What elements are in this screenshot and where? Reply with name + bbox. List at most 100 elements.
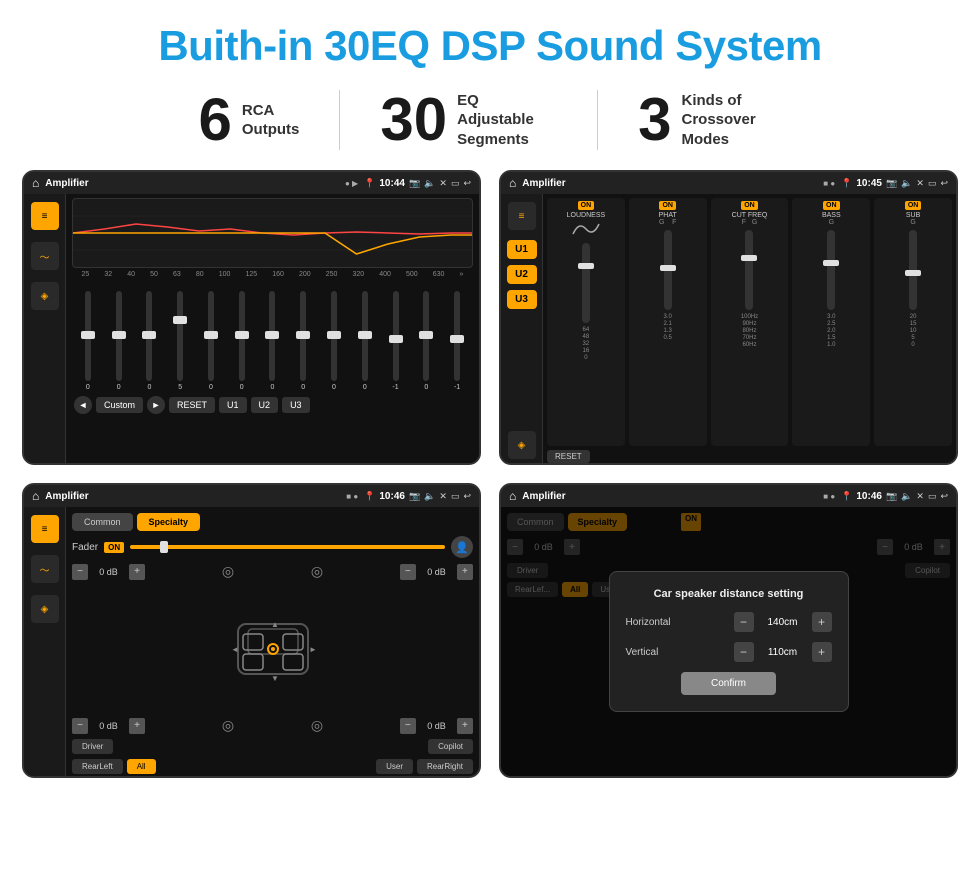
eq-slider-3[interactable]: 5: [166, 291, 194, 391]
eq-slider-1[interactable]: 0: [105, 291, 133, 391]
svg-text:▼: ▼: [271, 674, 279, 683]
fader-rect-icon: ▭: [451, 491, 460, 502]
fader-bass[interactable]: [827, 230, 835, 310]
vol-fl-minus[interactable]: −: [72, 564, 88, 580]
fader-back-icon[interactable]: ↩: [463, 491, 471, 502]
dialog-vol-icon: 🔈: [901, 491, 912, 502]
vertical-value: 110cm: [758, 647, 808, 658]
dialog-horizontal-row: Horizontal − 140cm +: [626, 612, 832, 632]
eq-slider-4[interactable]: 0: [197, 291, 225, 391]
eq-home-icon[interactable]: ⌂: [32, 176, 39, 190]
eq-play-btn[interactable]: ►: [147, 396, 165, 414]
btn-rearleft[interactable]: RearLeft: [72, 759, 123, 774]
fader-person-icon: 👤: [451, 536, 473, 558]
eq-sidebar-icon-3[interactable]: ◈: [31, 282, 59, 310]
stat-number-30: 30: [380, 90, 447, 150]
fader-h-slider[interactable]: [130, 545, 445, 549]
eq-slider-9[interactable]: 0: [351, 291, 379, 391]
stat-text-eq: EQ AdjustableSegments: [457, 91, 557, 150]
horizontal-minus-btn[interactable]: −: [734, 612, 754, 632]
speaker-rr-icon: ◎: [311, 717, 323, 734]
eq-slider-2[interactable]: 0: [136, 291, 164, 391]
eq-u3-btn[interactable]: U3: [282, 397, 310, 413]
eq-prev-btn[interactable]: ◄: [74, 396, 92, 414]
eq-u2-btn[interactable]: U2: [251, 397, 279, 413]
eq-slider-10[interactable]: -1: [382, 291, 410, 391]
eq-slider-5[interactable]: 0: [228, 291, 256, 391]
vertical-minus-btn[interactable]: −: [734, 642, 754, 662]
fader-wave-icon[interactable]: 〜: [31, 555, 59, 583]
eq-slider-6[interactable]: 0: [259, 291, 287, 391]
eq-sidebar: ≡ 〜 ◈: [24, 194, 66, 465]
btn-all[interactable]: All: [127, 759, 156, 774]
u3-btn[interactable]: U3: [507, 290, 537, 309]
vol-rr-plus[interactable]: +: [457, 718, 473, 734]
eq-screen-card: ⌂ Amplifier ● ▶ 📍 10:44 📷 🔈 ✕ ▭ ↩ ≡ 〜 ◈: [22, 170, 481, 465]
fader-location-icon: 📍: [364, 491, 375, 502]
fader-phat[interactable]: [664, 230, 672, 310]
eq-main: 2532405063 80100125160200 25032040050063…: [66, 194, 479, 465]
dialog-home-icon[interactable]: ⌂: [509, 489, 516, 503]
vol-rl-plus[interactable]: +: [129, 718, 145, 734]
btn-user[interactable]: User: [376, 759, 413, 774]
crossover-home-icon[interactable]: ⌂: [509, 176, 516, 190]
crossover-eq-icon[interactable]: ≡: [508, 202, 536, 230]
fader-cutfreq[interactable]: [745, 230, 753, 310]
vol-front-right: − 0 dB +: [400, 564, 473, 580]
stat-number-3: 3: [638, 90, 671, 150]
eq-sidebar-icon-1[interactable]: ≡: [31, 202, 59, 230]
eq-time: 10:44: [379, 178, 405, 189]
eq-u1-btn[interactable]: U1: [219, 397, 247, 413]
eq-slider-0[interactable]: 0: [74, 291, 102, 391]
eq-slider-11[interactable]: 0: [412, 291, 440, 391]
fader-bottom-btns: Driver Copilot: [72, 739, 473, 754]
confirm-button[interactable]: Confirm: [681, 672, 776, 695]
crossover-reset-btn[interactable]: RESET: [547, 450, 590, 463]
stat-number-6: 6: [199, 90, 232, 150]
eq-controls: ◄ Custom ► RESET U1 U2 U3: [72, 394, 473, 416]
speaker-layout: − 0 dB + ◎ ◎ − 0 dB +: [72, 563, 473, 734]
dialog-horizontal-stepper: − 140cm +: [734, 612, 832, 632]
stat-rca: 6 RCAOutputs: [159, 90, 340, 150]
vol-rl-minus[interactable]: −: [72, 718, 88, 734]
crossover-spk-icon[interactable]: ◈: [508, 431, 536, 459]
fader-eq-icon[interactable]: ≡: [31, 515, 59, 543]
tab-specialty[interactable]: Specialty: [137, 513, 201, 531]
eq-chart: [72, 198, 473, 268]
eq-sliders-area: 0 0 0 5 0: [72, 281, 473, 391]
vol-fr-minus[interactable]: −: [400, 564, 416, 580]
u2-btn[interactable]: U2: [507, 265, 537, 284]
eq-slider-8[interactable]: 0: [320, 291, 348, 391]
horizontal-plus-btn[interactable]: +: [812, 612, 832, 632]
btn-driver[interactable]: Driver: [72, 739, 113, 754]
dialog-cam-icon: 📷: [886, 491, 897, 502]
u1-btn[interactable]: U1: [507, 240, 537, 259]
stat-text-rca: RCAOutputs: [242, 101, 300, 140]
eq-back-icon[interactable]: ↩: [463, 178, 471, 189]
on-badge-phat: ON: [659, 201, 676, 210]
fader-loudness[interactable]: [582, 243, 590, 323]
eq-freq-labels: 2532405063 80100125160200 25032040050063…: [72, 271, 473, 278]
dialog-time: 10:46: [856, 491, 882, 502]
col-label-sub: SUB: [906, 212, 920, 219]
fader-sub[interactable]: [909, 230, 917, 310]
vol-fl-plus[interactable]: +: [129, 564, 145, 580]
car-diagram: ▲ ▼ ◄ ►: [72, 584, 473, 713]
vol-fr-plus[interactable]: +: [457, 564, 473, 580]
vol-rr-minus[interactable]: −: [400, 718, 416, 734]
btn-copilot[interactable]: Copilot: [428, 739, 473, 754]
vertical-plus-btn[interactable]: +: [812, 642, 832, 662]
horizontal-value: 140cm: [758, 617, 808, 628]
eq-slider-7[interactable]: 0: [289, 291, 317, 391]
fader-spk-icon[interactable]: ◈: [31, 595, 59, 623]
eq-reset-btn[interactable]: RESET: [169, 397, 215, 413]
eq-custom-btn[interactable]: Custom: [96, 397, 143, 413]
eq-body: ≡ 〜 ◈: [24, 194, 479, 465]
btn-rearright[interactable]: RearRight: [417, 759, 473, 774]
dialog-back-icon[interactable]: ↩: [940, 491, 948, 502]
eq-slider-12[interactable]: -1: [443, 291, 471, 391]
tab-common[interactable]: Common: [72, 513, 133, 531]
crossover-back-icon[interactable]: ↩: [940, 178, 948, 189]
eq-sidebar-icon-2[interactable]: 〜: [31, 242, 59, 270]
fader-home-icon[interactable]: ⌂: [32, 489, 39, 503]
